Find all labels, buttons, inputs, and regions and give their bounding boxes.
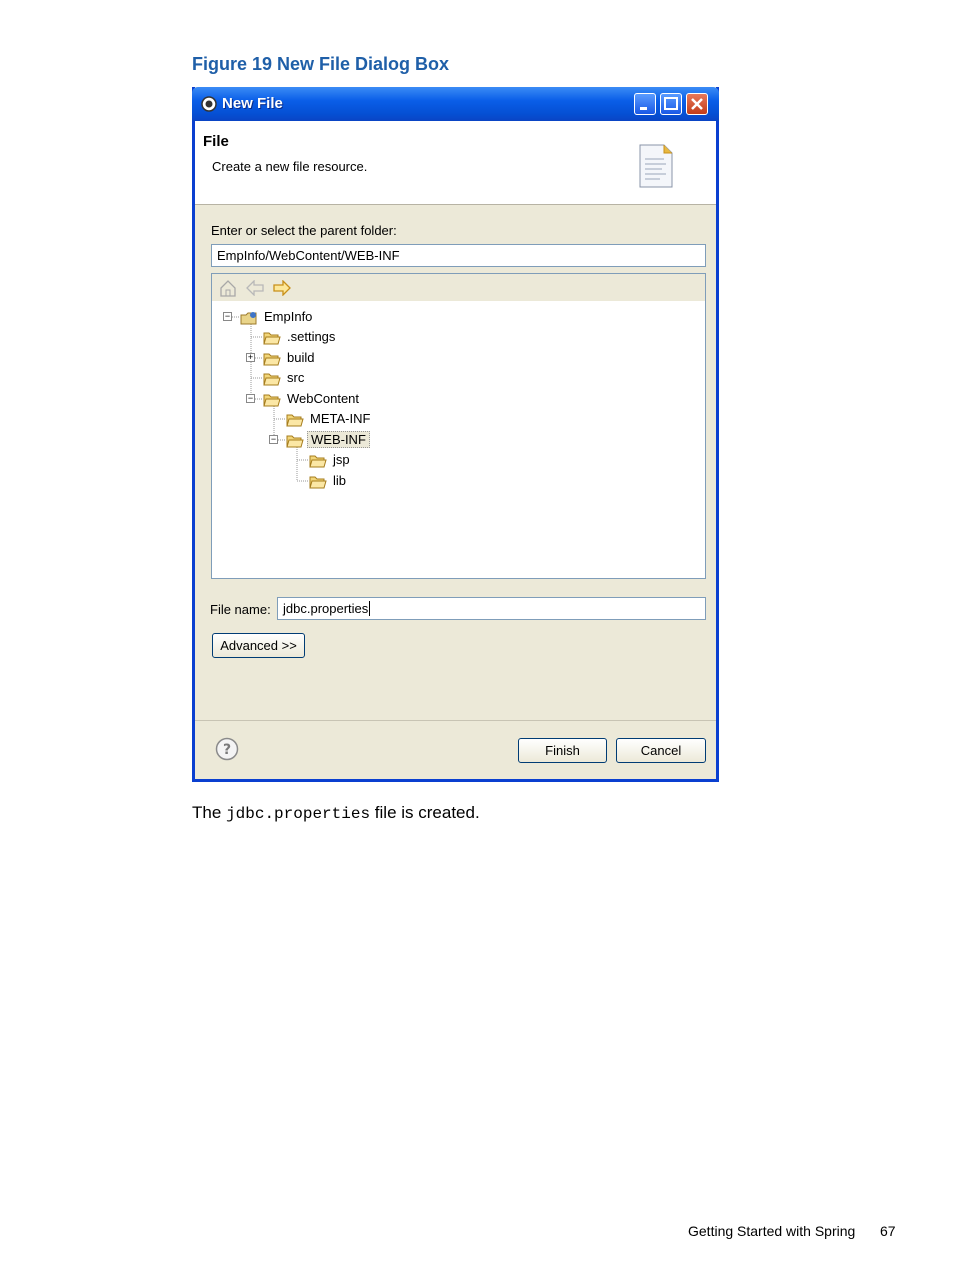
tree-node-empinfo[interactable]: EmpInfo (240, 307, 315, 327)
tree-node-label: WEB-INF (307, 431, 370, 448)
svg-text:?: ? (223, 742, 231, 758)
tree-node-settings[interactable]: .settings (263, 327, 338, 347)
tree-expand-toggle[interactable]: + (246, 353, 255, 362)
close-icon (691, 98, 703, 110)
folder-icon (263, 394, 281, 407)
new-file-icon (639, 144, 673, 188)
minimize-button[interactable] (634, 93, 656, 115)
tree-node-webcontent[interactable]: WebContent (263, 389, 362, 409)
text-cursor: ​ (369, 601, 371, 616)
dialog-title: New File (222, 95, 283, 112)
tree-node-label: jsp (333, 452, 350, 467)
banner-title: File (203, 133, 229, 150)
body-code: jdbc.properties (226, 805, 371, 823)
tree-node-label: lib (333, 473, 347, 488)
folder-icon (286, 414, 304, 427)
tree-node-label: EmpInfo (264, 309, 313, 324)
advanced-button[interactable]: Advanced >> (212, 633, 305, 658)
maximize-icon (664, 97, 678, 110)
parent-folder-label: Enter or select the parent folder: (211, 223, 397, 238)
tree-node-label: META-INF (310, 411, 371, 426)
close-button[interactable] (686, 93, 708, 115)
tree-node-meta-inf[interactable]: META-INF (286, 409, 373, 429)
folder-icon (309, 476, 327, 489)
folder-icon (286, 435, 304, 448)
tree-node-jsp[interactable]: jsp (309, 450, 353, 470)
eclipse-icon (201, 96, 217, 112)
title-bar[interactable]: New File (192, 87, 719, 121)
folder-tree[interactable]: − EmpInfo .settings + build src − WebCon… (211, 273, 706, 579)
folder-icon (263, 332, 281, 345)
body-text-before: The (192, 803, 222, 822)
tree-collapse-toggle[interactable]: − (269, 435, 278, 444)
parent-folder-input[interactable]: EmpInfo/WebContent/WEB-INF (211, 244, 706, 267)
body-text-after: file is created. (374, 803, 480, 822)
tree-node-lib[interactable]: lib (309, 471, 349, 491)
folder-icon (263, 353, 281, 366)
banner-subtitle: Create a new file resource. (212, 159, 368, 174)
tree-collapse-toggle[interactable]: − (246, 394, 255, 403)
tree-node-label: .settings (287, 329, 336, 344)
cancel-button[interactable]: Cancel (616, 738, 706, 763)
new-file-dialog: New File File Create a new file resource… (192, 87, 719, 782)
minimize-icon (640, 107, 647, 110)
tree-node-src[interactable]: src (263, 368, 307, 388)
folder-icon (263, 373, 281, 386)
tree-node-web-inf[interactable]: WEB-INF (286, 430, 370, 450)
tree-node-build[interactable]: build (263, 348, 317, 368)
footer-section-title: Getting Started with Spring (688, 1223, 856, 1239)
dialog-banner: File Create a new file resource. (195, 121, 716, 205)
maximize-button[interactable] (660, 93, 682, 115)
file-name-label: File name: (210, 602, 271, 617)
tree-collapse-toggle[interactable]: − (223, 312, 232, 321)
body-paragraph: The jdbc.properties file is created. (192, 803, 480, 823)
tree-node-label: build (287, 350, 315, 365)
folder-icon (309, 455, 327, 468)
footer-separator (195, 720, 716, 721)
project-icon (240, 311, 257, 325)
file-name-value: jdbc.properties (283, 601, 369, 616)
figure-caption: Figure 19 New File Dialog Box (192, 54, 450, 74)
tree-node-label: src (287, 370, 305, 385)
tree-node-label: WebContent (287, 391, 360, 406)
footer-page-number: 67 (880, 1223, 896, 1239)
finish-button[interactable]: Finish (518, 738, 607, 763)
help-icon[interactable]: ? (215, 737, 239, 761)
file-name-input[interactable]: jdbc.properties​ (277, 597, 706, 620)
